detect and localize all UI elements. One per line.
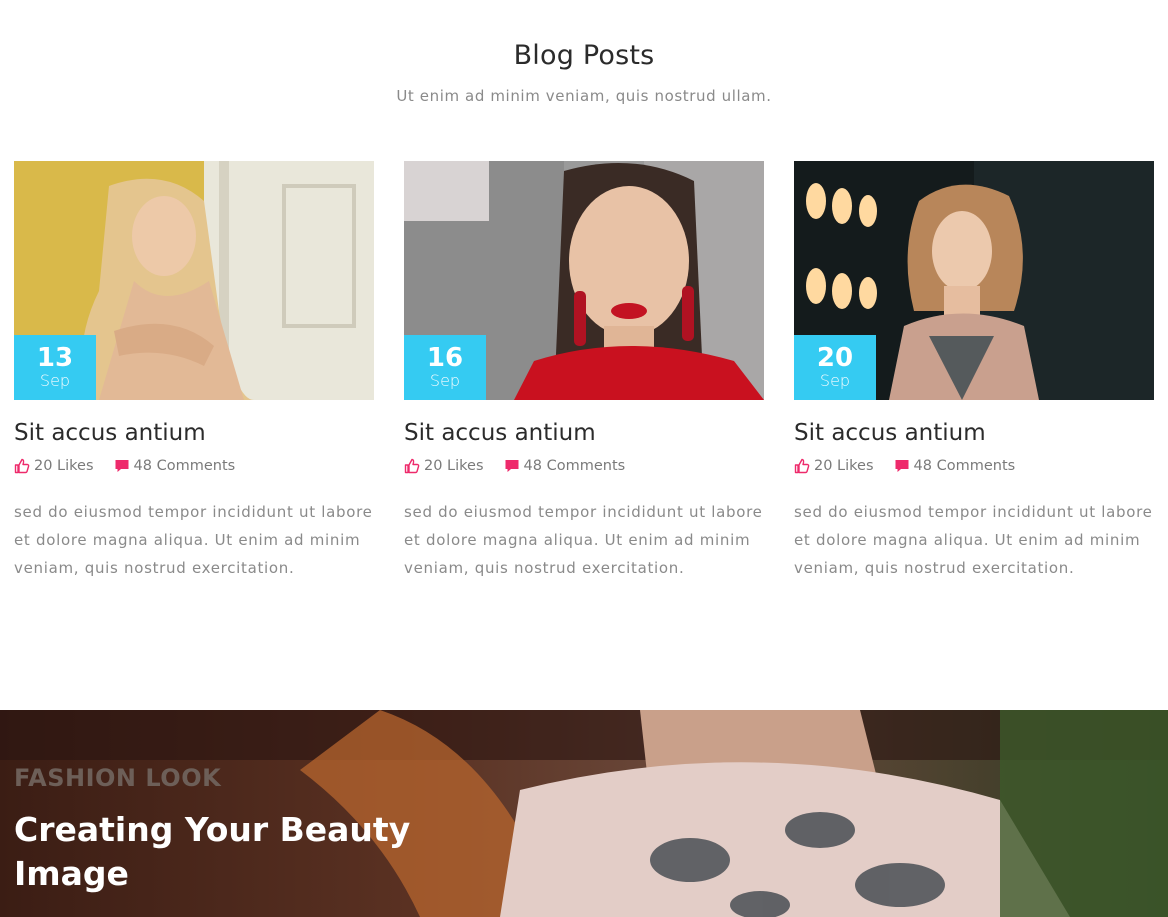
likes-link[interactable]: 20 Likes bbox=[14, 458, 94, 474]
post-meta: 20 Likes 48 Comments bbox=[14, 458, 374, 474]
date-badge[interactable]: 20 Sep bbox=[794, 335, 876, 400]
likes-link[interactable]: 20 Likes bbox=[404, 458, 484, 474]
thumbs-up-icon bbox=[14, 458, 30, 474]
likes-count: 20 Likes bbox=[814, 458, 874, 474]
date-month: Sep bbox=[39, 371, 71, 390]
hero-title: Creating Your Beauty Image bbox=[14, 810, 411, 893]
fashion-hero-banner: FASHION LOOK Creating Your Beauty Image bbox=[0, 710, 1168, 917]
date-badge[interactable]: 13 Sep bbox=[14, 335, 96, 400]
post-title[interactable]: Sit accus antium bbox=[794, 420, 1154, 446]
likes-count: 20 Likes bbox=[34, 458, 94, 474]
date-day: 16 bbox=[426, 343, 464, 373]
blog-section-header: Blog Posts Ut enim ad minim veniam, quis… bbox=[0, 40, 1168, 105]
hero-kicker: FASHION LOOK bbox=[14, 764, 222, 792]
comments-link[interactable]: 48 Comments bbox=[114, 458, 236, 474]
comments-link[interactable]: 48 Comments bbox=[894, 458, 1016, 474]
blog-post-card: 16 Sep Sit accus antium 20 Likes 48 Comm… bbox=[404, 161, 764, 582]
date-month: Sep bbox=[819, 371, 851, 390]
blog-post-card: 13 Sep Sit accus antium 20 Likes 48 Comm… bbox=[14, 161, 374, 582]
post-image[interactable]: 13 Sep bbox=[14, 161, 374, 400]
comments-count: 48 Comments bbox=[523, 458, 626, 474]
comments-link[interactable]: 48 Comments bbox=[504, 458, 626, 474]
likes-link[interactable]: 20 Likes bbox=[794, 458, 874, 474]
likes-count: 20 Likes bbox=[424, 458, 484, 474]
blog-post-list: 13 Sep Sit accus antium 20 Likes 48 Comm… bbox=[14, 161, 1154, 582]
comment-icon bbox=[505, 460, 519, 472]
post-title[interactable]: Sit accus antium bbox=[404, 420, 764, 446]
comment-icon bbox=[115, 460, 129, 472]
date-badge[interactable]: 16 Sep bbox=[404, 335, 486, 400]
post-meta: 20 Likes 48 Comments bbox=[794, 458, 1154, 474]
post-excerpt: sed do eiusmod tempor incididunt ut labo… bbox=[404, 503, 763, 577]
thumbs-up-icon bbox=[404, 458, 420, 474]
post-excerpt: sed do eiusmod tempor incididunt ut labo… bbox=[14, 503, 373, 577]
date-month: Sep bbox=[429, 371, 461, 390]
section-subtitle: Ut enim ad minim veniam, quis nostrud ul… bbox=[396, 87, 772, 105]
section-title: Blog Posts bbox=[513, 40, 655, 71]
post-image[interactable]: 20 Sep bbox=[794, 161, 1154, 400]
comments-count: 48 Comments bbox=[133, 458, 236, 474]
thumbs-up-icon bbox=[794, 458, 810, 474]
comment-icon bbox=[895, 460, 909, 472]
date-day: 20 bbox=[816, 343, 854, 373]
post-meta: 20 Likes 48 Comments bbox=[404, 458, 764, 474]
post-excerpt: sed do eiusmod tempor incididunt ut labo… bbox=[794, 503, 1153, 577]
comments-count: 48 Comments bbox=[913, 458, 1016, 474]
date-day: 13 bbox=[36, 343, 74, 373]
post-image[interactable]: 16 Sep bbox=[404, 161, 764, 400]
post-title[interactable]: Sit accus antium bbox=[14, 420, 374, 446]
blog-post-card: 20 Sep Sit accus antium 20 Likes 48 Comm… bbox=[794, 161, 1154, 582]
